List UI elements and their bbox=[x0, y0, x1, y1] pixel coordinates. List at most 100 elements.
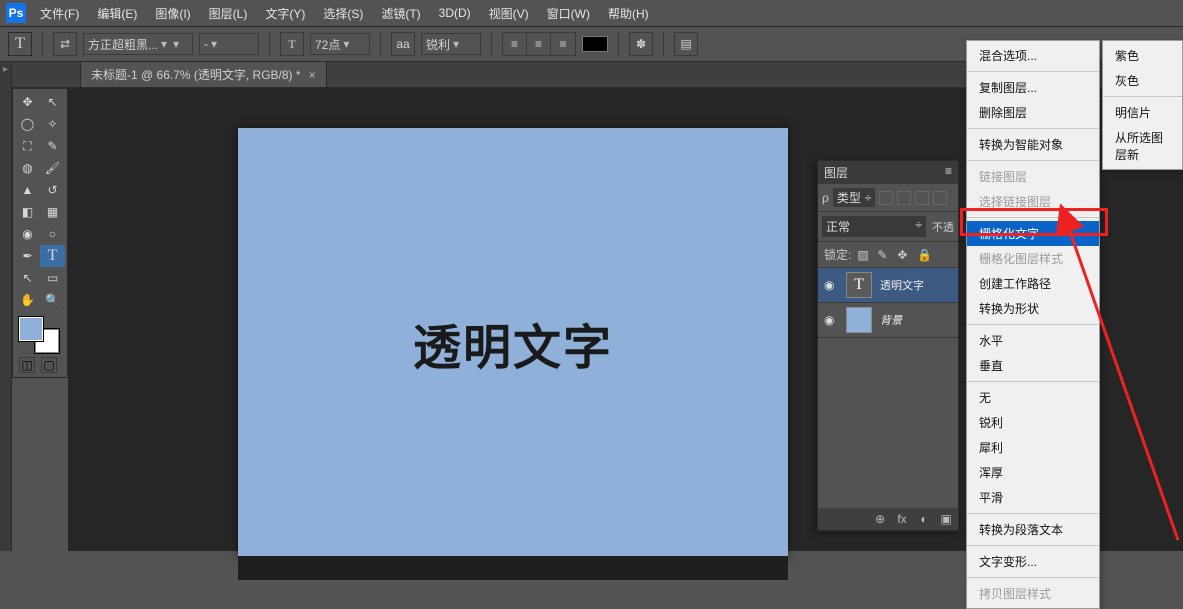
menu-filter[interactable]: 滤镜(T) bbox=[381, 5, 420, 22]
context-menu-item[interactable]: 混合选项... bbox=[967, 43, 1099, 68]
context-submenu-item[interactable]: 紫色 bbox=[1103, 43, 1182, 68]
panel-menu-icon[interactable]: ≡ bbox=[945, 164, 952, 181]
align-left-button[interactable]: ≡ bbox=[503, 33, 527, 55]
history-brush-tool[interactable]: ↺ bbox=[40, 179, 65, 201]
layers-panel-titlebar[interactable]: 图层 ≡ bbox=[818, 161, 958, 184]
quick-mask-icon[interactable]: ◫ bbox=[19, 357, 35, 373]
lock-image-icon[interactable]: ✎ bbox=[877, 248, 891, 262]
lasso-tool[interactable]: ◯ bbox=[15, 113, 40, 135]
context-menu-item[interactable]: 转换为智能对象 bbox=[967, 132, 1099, 157]
rectangle-tool[interactable]: ▭ bbox=[40, 267, 65, 289]
screen-mode-icon[interactable]: ▢ bbox=[41, 357, 57, 373]
canvas[interactable]: 透明文字 bbox=[238, 128, 788, 558]
context-submenu-item[interactable]: 明信片 bbox=[1103, 100, 1182, 125]
visibility-icon[interactable]: ◉ bbox=[824, 278, 838, 292]
clone-stamp-tool[interactable]: ▲ bbox=[15, 179, 40, 201]
context-menu-item[interactable]: 犀利 bbox=[967, 435, 1099, 460]
filter-lens-icon[interactable]: ρ bbox=[822, 191, 829, 205]
gradient-tool[interactable]: ▦ bbox=[40, 201, 65, 223]
context-menu-item[interactable]: 文字变形... bbox=[967, 549, 1099, 574]
context-menu-item[interactable]: 垂直 bbox=[967, 353, 1099, 378]
crop-tool[interactable]: ⛶ bbox=[15, 135, 40, 157]
canvas-text-layer[interactable]: 透明文字 bbox=[413, 308, 613, 378]
anti-alias-dropdown[interactable]: 锐利 ▾ bbox=[421, 33, 481, 55]
context-menu-item[interactable]: 复制图层... bbox=[967, 75, 1099, 100]
eyedropper-tool[interactable]: ✎ bbox=[40, 135, 65, 157]
filter-shape-icon[interactable] bbox=[933, 191, 947, 205]
menu-help[interactable]: 帮助(H) bbox=[608, 5, 649, 22]
layer-name[interactable]: 透明文字 bbox=[880, 277, 924, 293]
context-menu-item[interactable]: 转换为形状 bbox=[967, 296, 1099, 321]
layer-thumbnail[interactable] bbox=[846, 307, 872, 333]
align-right-button[interactable]: ≡ bbox=[551, 33, 575, 55]
menu-3d[interactable]: 3D(D) bbox=[439, 6, 471, 20]
context-menu-item[interactable]: 锐利 bbox=[967, 410, 1099, 435]
context-menu-item[interactable]: 栅格化文字 bbox=[967, 221, 1099, 246]
visibility-icon[interactable]: ◉ bbox=[824, 313, 838, 327]
blur-tool[interactable]: ◉ bbox=[15, 223, 40, 245]
fx-icon[interactable]: fx bbox=[894, 512, 910, 526]
orientation-toggle[interactable]: ⇄ bbox=[53, 32, 77, 56]
magic-wand-tool[interactable]: ✧ bbox=[40, 113, 65, 135]
font-family-dropdown[interactable]: 方正超粗黑... ▾ ▾ bbox=[83, 33, 193, 55]
filter-pixel-icon[interactable] bbox=[879, 191, 893, 205]
mask-icon[interactable]: ◐ bbox=[916, 512, 932, 526]
expand-icon[interactable]: ▸ bbox=[0, 62, 11, 75]
spot-heal-tool[interactable]: ◍ bbox=[15, 157, 40, 179]
warp-text-button[interactable]: ✽ bbox=[629, 32, 653, 56]
layers-empty-area[interactable] bbox=[818, 338, 958, 508]
menu-text[interactable]: 文字(Y) bbox=[265, 5, 305, 22]
context-submenu-item[interactable]: 灰色 bbox=[1103, 68, 1182, 93]
context-menu-item[interactable]: 转换为段落文本 bbox=[967, 517, 1099, 542]
zoom-tool[interactable]: 🔍 bbox=[40, 289, 65, 311]
blend-mode-dropdown[interactable]: 正常÷ bbox=[822, 216, 926, 237]
document-tab[interactable]: 未标题-1 @ 66.7% (透明文字, RGB/8) * × bbox=[80, 61, 327, 87]
text-color-swatch[interactable] bbox=[582, 36, 608, 52]
hand-tool[interactable]: ✋ bbox=[15, 289, 40, 311]
dodge-tool[interactable]: ○ bbox=[40, 223, 65, 245]
menu-select[interactable]: 选择(S) bbox=[323, 5, 363, 22]
context-submenu[interactable]: 紫色灰色明信片从所选图层新 bbox=[1102, 40, 1183, 170]
context-submenu-item[interactable]: 从所选图层新 bbox=[1103, 125, 1182, 167]
eraser-tool[interactable]: ◧ bbox=[15, 201, 40, 223]
close-tab-button[interactable]: × bbox=[309, 68, 316, 82]
menu-window[interactable]: 窗口(W) bbox=[547, 5, 590, 22]
layer-thumbnail[interactable]: T bbox=[846, 272, 872, 298]
menu-image[interactable]: 图像(I) bbox=[155, 5, 190, 22]
menu-edit[interactable]: 编辑(E) bbox=[97, 5, 137, 22]
filter-text-icon[interactable] bbox=[915, 191, 929, 205]
font-size-dropdown[interactable]: 72点 ▾ bbox=[310, 33, 370, 55]
menu-view[interactable]: 视图(V) bbox=[489, 5, 529, 22]
lock-transparent-icon[interactable]: ▨ bbox=[857, 248, 871, 262]
lock-all-icon[interactable]: 🔒 bbox=[917, 248, 931, 262]
link-layers-icon[interactable]: ⊕ bbox=[872, 512, 888, 526]
lock-position-icon[interactable]: ✥ bbox=[897, 248, 911, 262]
font-style-dropdown[interactable]: - ▾ bbox=[199, 33, 259, 55]
context-menu-item[interactable]: 创建工作路径 bbox=[967, 271, 1099, 296]
menu-layer[interactable]: 图层(L) bbox=[209, 5, 248, 22]
tool-preset-icon[interactable]: T bbox=[8, 32, 32, 56]
color-swatches[interactable] bbox=[15, 315, 67, 355]
direct-select-tool[interactable]: ↖ bbox=[40, 91, 65, 113]
context-menu[interactable]: 混合选项...复制图层...删除图层转换为智能对象链接图层选择链接图层栅格化文字… bbox=[966, 40, 1100, 609]
layer-name[interactable]: 背景 bbox=[880, 312, 902, 328]
align-center-button[interactable]: ≡ bbox=[527, 33, 551, 55]
foreground-color-swatch[interactable] bbox=[19, 317, 43, 341]
path-select-tool[interactable]: ↖ bbox=[15, 267, 40, 289]
context-menu-item[interactable]: 删除图层 bbox=[967, 100, 1099, 125]
text-tool[interactable]: T bbox=[40, 245, 65, 267]
filter-kind-dropdown[interactable]: 类型÷ bbox=[833, 188, 876, 207]
context-menu-item[interactable]: 平滑 bbox=[967, 485, 1099, 510]
character-panel-button[interactable]: ▤ bbox=[674, 32, 698, 56]
context-menu-item[interactable]: 浑厚 bbox=[967, 460, 1099, 485]
layer-item-background[interactable]: ◉ 背景 bbox=[818, 303, 958, 338]
context-menu-item[interactable]: 无 bbox=[967, 385, 1099, 410]
pen-tool[interactable]: ✒ bbox=[15, 245, 40, 267]
adjustment-icon[interactable]: ▣ bbox=[938, 512, 954, 526]
layer-item-text[interactable]: ◉ T 透明文字 bbox=[818, 268, 958, 303]
brush-tool[interactable]: 🖌 bbox=[40, 157, 65, 179]
filter-adjust-icon[interactable] bbox=[897, 191, 911, 205]
context-menu-item[interactable]: 水平 bbox=[967, 328, 1099, 353]
menu-file[interactable]: 文件(F) bbox=[40, 5, 79, 22]
move-tool[interactable]: ✥ bbox=[15, 91, 40, 113]
